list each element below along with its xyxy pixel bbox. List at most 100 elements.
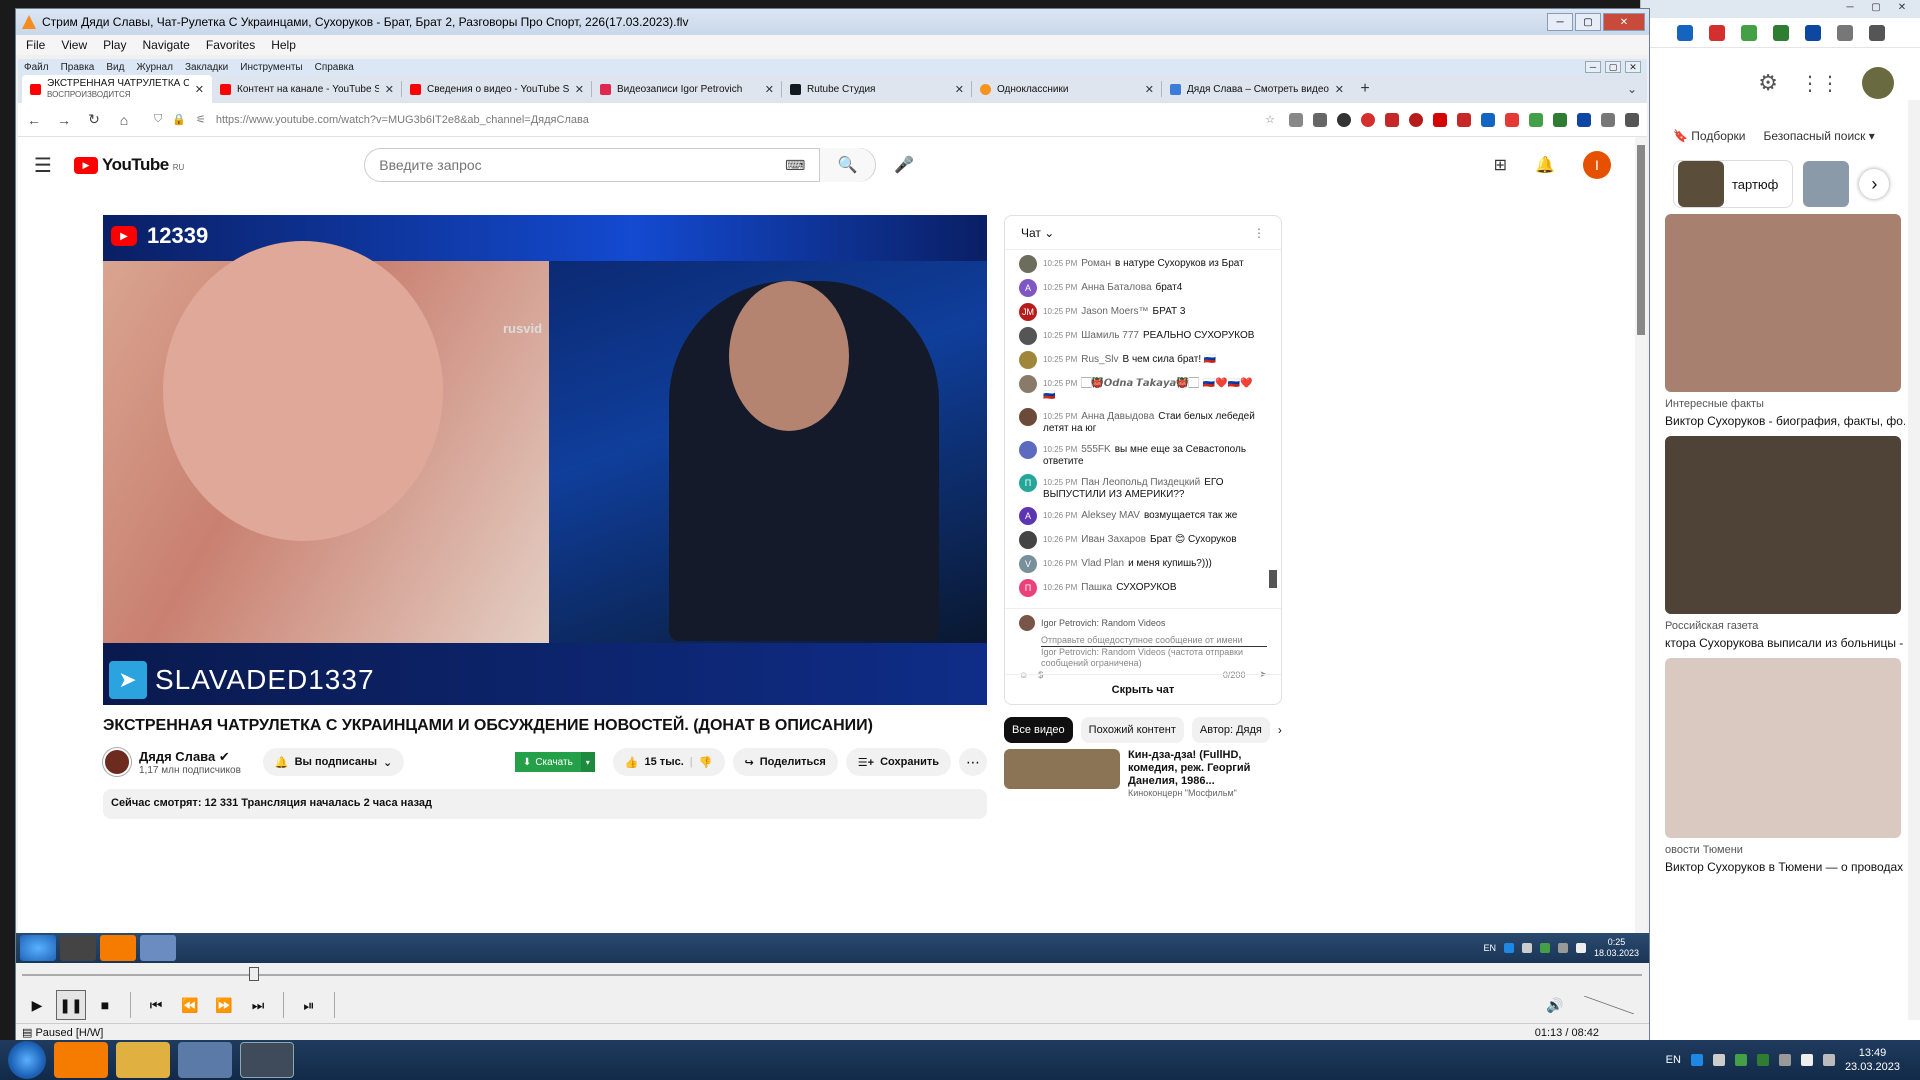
chip-tartuffe[interactable]: тартюф bbox=[1673, 160, 1794, 208]
chat-avatar[interactable] bbox=[1019, 255, 1037, 273]
menu-icon[interactable] bbox=[1869, 24, 1885, 41]
recommended-video[interactable]: Кин-дза-дза! (FullHD, комедия, реж. Геор… bbox=[1004, 749, 1278, 798]
ff-menu-tools[interactable]: Инструменты bbox=[240, 62, 302, 73]
chat-mode-dropdown[interactable]: Чат ⌄ bbox=[1021, 226, 1054, 240]
flag-icon[interactable] bbox=[1822, 1054, 1835, 1066]
subscribed-button[interactable]: 🔔 Вы подписаны ⌄ bbox=[262, 748, 405, 776]
chat-avatar[interactable] bbox=[1019, 375, 1037, 393]
chat-menu-icon[interactable]: ⋮ bbox=[1253, 226, 1265, 240]
result-title[interactable]: Виктор Сухоруков - биография, факты, фо.… bbox=[1665, 414, 1905, 428]
media-player-taskbar-icon[interactable] bbox=[240, 1042, 294, 1078]
ext-download-icon[interactable] bbox=[1529, 112, 1543, 127]
share-button[interactable]: ↪ Поделиться bbox=[732, 748, 838, 776]
hamburger-icon[interactable]: ☰ bbox=[34, 153, 64, 178]
create-video-icon[interactable]: ⊞ bbox=[1494, 155, 1507, 175]
tab-uncle-slava[interactable]: Дядя Слава – Смотреть видео ✕ bbox=[1162, 75, 1352, 103]
ff-menu-file[interactable]: Файл bbox=[24, 62, 49, 73]
search-input[interactable] bbox=[365, 157, 786, 173]
chat-author[interactable]: Vlad Plan bbox=[1081, 558, 1124, 569]
tab-odnoklassniki[interactable]: Одноклассники ✕ bbox=[972, 75, 1162, 103]
minimize-icon[interactable]: ─ bbox=[1840, 0, 1860, 14]
filter-safe-search[interactable]: Безопасный поиск ▾ bbox=[1764, 129, 1875, 143]
description-box[interactable]: Сейчас смотрят: 12 331 Трансляция начала… bbox=[103, 789, 987, 819]
tray-icon[interactable] bbox=[1756, 1054, 1769, 1066]
chat-author[interactable]: Анна Давыдова bbox=[1081, 411, 1154, 422]
tracking-shield-icon[interactable]: ⛉ bbox=[154, 113, 162, 126]
chat-author[interactable]: Rus_Slv bbox=[1081, 354, 1118, 365]
puzzle-icon[interactable] bbox=[1837, 24, 1853, 41]
chat-message[interactable]: 10:25 PM Роман в натуре Сухоруков из Брат bbox=[1005, 252, 1267, 276]
tab-close-icon[interactable]: ✕ bbox=[385, 83, 394, 96]
download-icon[interactable] bbox=[1741, 24, 1757, 41]
chat-message[interactable]: 10:25 PM Анна Давыдова Стаи белых лебедей … bbox=[1005, 405, 1267, 438]
chat-avatar[interactable] bbox=[1019, 351, 1037, 369]
ff-menu-edit[interactable]: Правка bbox=[61, 62, 95, 73]
shield-icon[interactable] bbox=[1734, 1054, 1747, 1066]
chat-author[interactable]: 555FK bbox=[1081, 444, 1110, 455]
gear-icon[interactable]: ⚙ bbox=[1758, 70, 1778, 96]
close-button[interactable]: ✕ bbox=[1603, 13, 1645, 31]
permissions-icon[interactable]: ⚟ bbox=[196, 113, 206, 126]
bg-scrollbar[interactable] bbox=[1908, 100, 1920, 1020]
volume-icon[interactable] bbox=[1800, 1054, 1813, 1066]
clock[interactable]: 13:49 23.03.2023 bbox=[1845, 1046, 1900, 1074]
chat-author[interactable]: Jason Moers™ bbox=[1081, 306, 1148, 317]
ext-shield-icon[interactable] bbox=[1481, 112, 1495, 127]
explorer-taskbar-icon[interactable] bbox=[116, 1042, 170, 1078]
tab-close-icon[interactable]: ✕ bbox=[195, 83, 204, 96]
menu-file[interactable]: File bbox=[26, 38, 45, 52]
chat-input[interactable]: Отправьте общедоступное сообщение от име… bbox=[1041, 635, 1267, 647]
ext-red2-icon[interactable] bbox=[1505, 112, 1519, 127]
chat-author[interactable]: Пашка bbox=[1081, 582, 1112, 593]
chat-avatar[interactable]: A bbox=[1019, 507, 1037, 525]
ff-menu-bookmarks[interactable]: Закладки bbox=[185, 62, 228, 73]
tab-close-icon[interactable]: ✕ bbox=[765, 83, 774, 96]
user-avatar[interactable]: I bbox=[1583, 151, 1611, 179]
chat-message[interactable]: 10:25 PM 555FK вы мне еще за Севастополь о… bbox=[1005, 438, 1267, 471]
rewind-button[interactable]: ⏪ bbox=[175, 990, 205, 1020]
more-actions-icon[interactable]: ⋯ bbox=[959, 748, 987, 776]
maximize-icon[interactable]: ▢ bbox=[1866, 0, 1886, 14]
list-tabs-icon[interactable]: ⌄ bbox=[1627, 75, 1647, 103]
tab-close-icon[interactable]: ✕ bbox=[1145, 83, 1154, 96]
result-title[interactable]: ктора Сухорукова выписали из больницы - … bbox=[1665, 636, 1905, 650]
chat-author[interactable]: Анна Баталова bbox=[1081, 282, 1151, 293]
url-text[interactable]: https://www.youtube.com/watch?v=MUG3b6IT… bbox=[216, 114, 589, 126]
close-icon[interactable]: ✕ bbox=[1625, 61, 1641, 73]
tab-author[interactable]: Автор: Дядя bbox=[1191, 717, 1270, 743]
result-image[interactable] bbox=[1665, 436, 1901, 614]
result-title[interactable]: Виктор Сухоруков в Тюмени — о проводах .… bbox=[1665, 860, 1905, 874]
ext-blue-icon[interactable] bbox=[1577, 112, 1591, 127]
image-result-card[interactable]: овости Тюмени Виктор Сухоруков в Тюмени … bbox=[1665, 658, 1905, 874]
avatar[interactable] bbox=[1862, 67, 1894, 99]
ext-flag-icon[interactable] bbox=[1433, 112, 1447, 127]
frame-step-button[interactable]: ⏯ bbox=[294, 990, 324, 1020]
bookmark-star-icon[interactable]: ☆ bbox=[1265, 113, 1275, 126]
ext-dark-icon[interactable] bbox=[1337, 112, 1351, 127]
download-options-button[interactable]: ▾ bbox=[580, 752, 595, 772]
chat-avatar[interactable]: П bbox=[1019, 474, 1037, 492]
chat-message[interactable]: 10:25 PM 🏻👹𝙊𝙙𝙣𝙖 𝙏𝙖𝙠𝙖𝙮𝙖👹🏻 🇷🇺❤️🇷🇺❤️ 🇷🇺 bbox=[1005, 372, 1267, 405]
apps-grid-icon[interactable]: ⋮⋮ bbox=[1800, 71, 1840, 96]
tab-active-stream[interactable]: ЭКСТРЕННАЯ ЧАТРУЛЕТКА С ВОСПРОИЗВОДИТСЯ ✕ bbox=[22, 75, 212, 103]
chat-message[interactable]: V 10:26 PM Vlad Plan и меня купишь?))) bbox=[1005, 552, 1267, 576]
chat-avatar[interactable] bbox=[1019, 441, 1037, 459]
image-result-card[interactable]: Интересные факты Виктор Сухоруков - биог… bbox=[1665, 214, 1905, 428]
chat-message[interactable]: 10:26 PM Иван Захаров Брат 😊 Сухоруков bbox=[1005, 528, 1267, 552]
page-scrollbar[interactable] bbox=[1635, 137, 1647, 933]
chat-avatar[interactable]: JM bbox=[1019, 303, 1037, 321]
chevron-right-icon[interactable]: › bbox=[1278, 723, 1282, 737]
ext-stop-icon[interactable] bbox=[1409, 112, 1423, 127]
bell-icon[interactable]: 🔔 bbox=[1535, 155, 1555, 175]
tab-videos-igor[interactable]: Видеозаписи Igor Petrovich ✕ bbox=[592, 75, 782, 103]
rec-thumbnail[interactable] bbox=[1004, 749, 1120, 789]
menu-view[interactable]: View bbox=[61, 38, 87, 52]
save-button[interactable]: ☰+ Сохранить bbox=[845, 748, 951, 776]
chat-author[interactable]: 🏻👹𝙊𝙙𝙣𝙖 𝙏𝙖𝙠𝙖𝙮𝙖👹🏻 bbox=[1081, 378, 1198, 389]
firefox-taskbar-icon[interactable] bbox=[54, 1042, 108, 1078]
reload-icon[interactable]: ↻ bbox=[86, 111, 102, 128]
video-player[interactable]: ▶ 12339 rusvid ➤ SLAVADED1337 bbox=[103, 215, 987, 705]
chat-author[interactable]: Иван Захаров bbox=[1081, 534, 1146, 545]
chat-message[interactable]: 10:25 PM Шамиль 777 РЕАЛЬНО СУХОРУКОВ bbox=[1005, 324, 1267, 348]
chat-avatar[interactable]: А bbox=[1019, 279, 1037, 297]
